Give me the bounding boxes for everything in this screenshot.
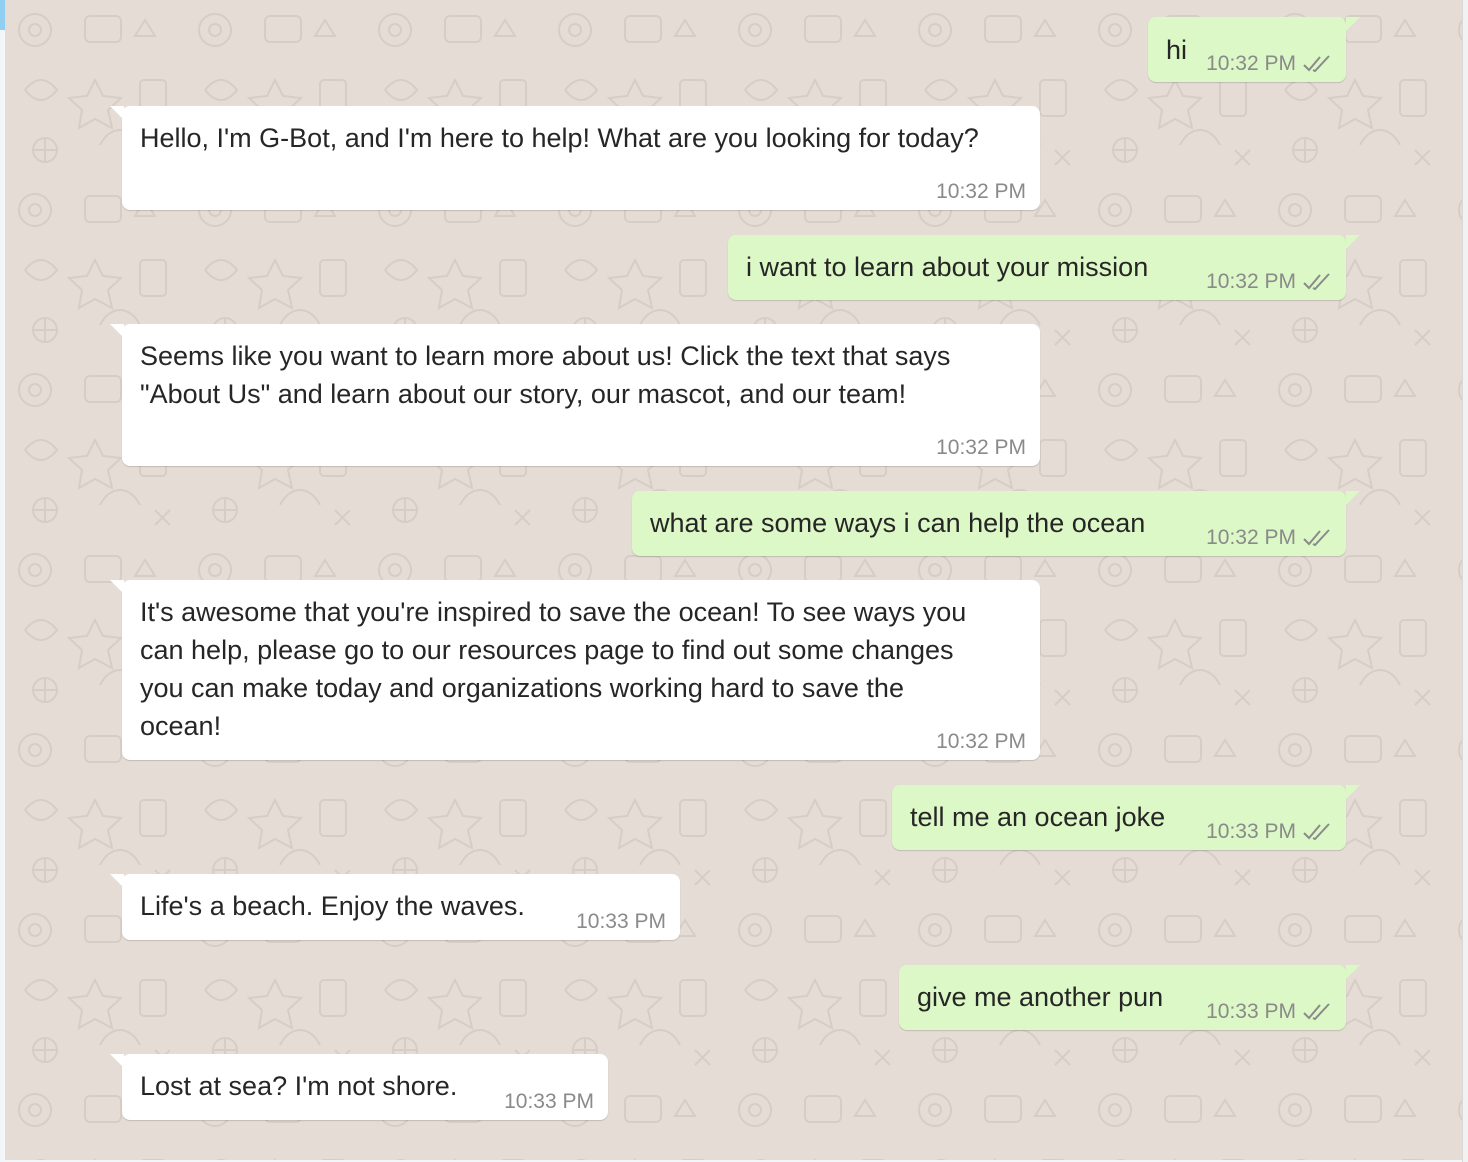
double-check-icon (1303, 529, 1330, 547)
message-meta: 10:33 PM (1206, 820, 1332, 844)
message-meta: 10:33 PM (504, 1090, 594, 1114)
message-meta: 10:32 PM (1206, 270, 1332, 294)
message-outgoing[interactable]: tell me an ocean joke 10:33 PM (892, 785, 1360, 850)
chat-conversation[interactable]: hi 10:32 PM Hello, I'm G-Bot, and I'm he… (5, 0, 1463, 1160)
message-incoming[interactable]: It's awesome that you're inspired to sav… (110, 580, 1040, 760)
message-outgoing[interactable]: give me another pun 10:33 PM (899, 965, 1360, 1030)
message-outgoing[interactable]: hi 10:32 PM (1148, 17, 1360, 82)
message-time: 10:32 PM (1206, 270, 1296, 293)
message-time: 10:33 PM (1206, 820, 1296, 843)
message-meta: 10:32 PM (936, 436, 1026, 460)
message-text: Hello, I'm G-Bot, and I'm here to help! … (140, 123, 979, 153)
message-outgoing[interactable]: i want to learn about your mission 10:32… (728, 235, 1360, 300)
scrollbar[interactable] (1462, 0, 1468, 1162)
message-text: It's awesome that you're inspired to sav… (140, 597, 967, 741)
message-meta: 10:32 PM (1206, 526, 1332, 550)
message-meta: 10:33 PM (1206, 1000, 1332, 1024)
message-time: 10:32 PM (936, 730, 1026, 753)
double-check-icon (1303, 273, 1330, 291)
message-incoming[interactable]: Seems like you want to learn more about … (110, 324, 1040, 466)
double-check-icon (1303, 55, 1330, 73)
message-time: 10:33 PM (576, 910, 666, 933)
message-incoming[interactable]: Hello, I'm G-Bot, and I'm here to help! … (110, 106, 1040, 210)
message-time: 10:33 PM (504, 1090, 594, 1113)
double-check-icon (1303, 823, 1330, 841)
message-meta: 10:32 PM (1206, 52, 1332, 76)
double-check-icon (1303, 1003, 1330, 1021)
message-outgoing[interactable]: what are some ways i can help the ocean … (632, 491, 1360, 556)
chat-window: hi 10:32 PM Hello, I'm G-Bot, and I'm he… (0, 0, 1468, 1162)
message-meta: 10:32 PM (936, 730, 1026, 754)
message-incoming[interactable]: Life's a beach. Enjoy the waves. 10:33 P… (110, 874, 680, 940)
message-incoming[interactable]: Lost at sea? I'm not shore. 10:33 PM (110, 1054, 608, 1120)
message-time: 10:33 PM (1206, 1000, 1296, 1023)
message-meta: 10:32 PM (936, 180, 1026, 204)
message-text: Seems like you want to learn more about … (140, 341, 951, 409)
message-meta: 10:33 PM (576, 910, 666, 934)
message-time: 10:32 PM (936, 180, 1026, 203)
message-time: 10:32 PM (1206, 52, 1296, 75)
message-time: 10:32 PM (936, 436, 1026, 459)
message-time: 10:32 PM (1206, 526, 1296, 549)
